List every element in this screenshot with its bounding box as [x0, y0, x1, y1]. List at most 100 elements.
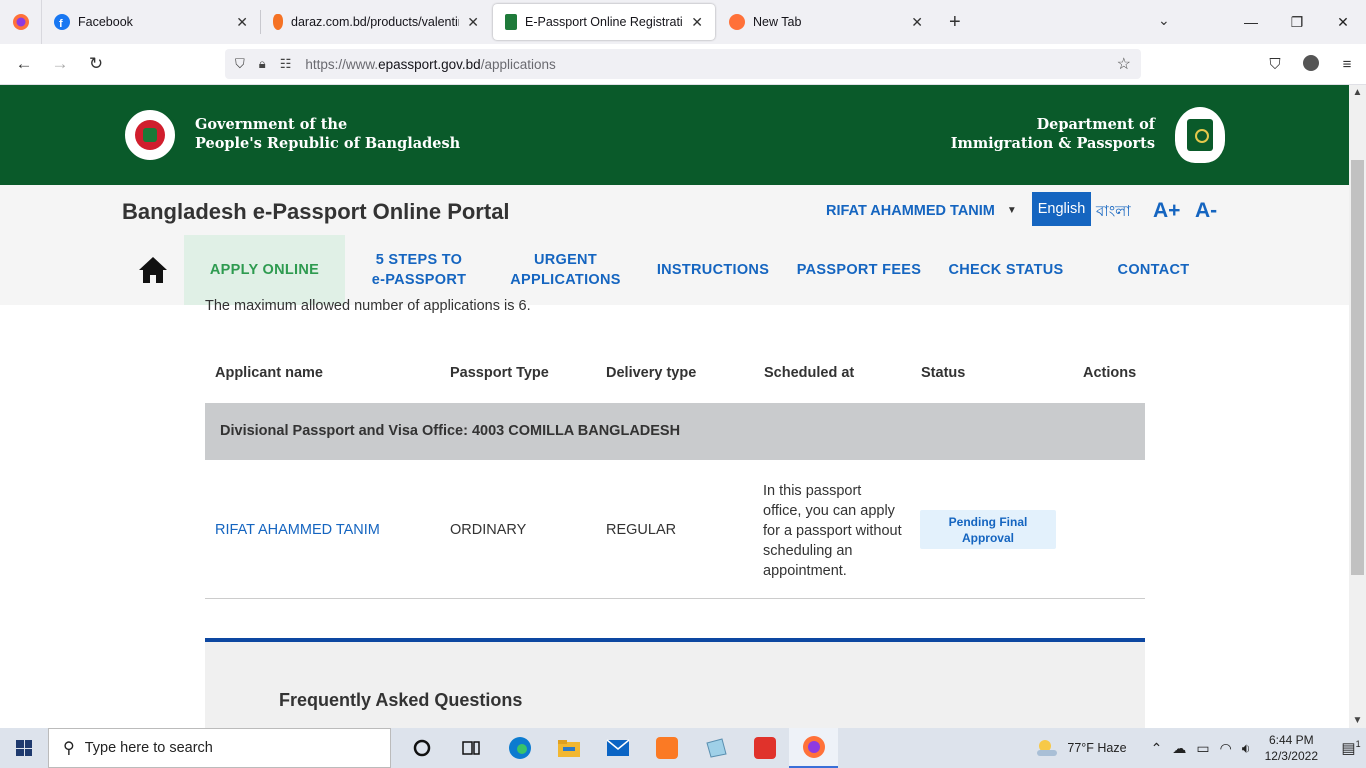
shield-icon[interactable]: ⛉: [235, 56, 245, 72]
page-scrollbar[interactable]: ▲ ▼: [1349, 85, 1366, 728]
decrease-font-button[interactable]: A-: [1195, 199, 1217, 223]
delivery-type-cell: REGULAR: [606, 522, 677, 538]
tray-icons: ⌃ ☁ ▭ ◠ 🔉︎: [1151, 740, 1251, 757]
increase-font-button[interactable]: A+: [1153, 199, 1180, 223]
max-applications-note: The maximum allowed number of applicatio…: [205, 298, 531, 314]
government-header: Government of the People's Republic of B…: [0, 85, 1349, 185]
column-delivery-type: Delivery type: [606, 365, 697, 381]
menu-urgent-applications[interactable]: URGENT APPLICATIONS: [493, 235, 638, 305]
government-title: Government of the People's Republic of B…: [195, 116, 461, 152]
hamburger-menu-icon[interactable]: ≡: [1336, 56, 1358, 73]
faq-section: Frequently Asked Questions: [205, 638, 1145, 728]
start-button[interactable]: [0, 728, 48, 768]
tab-facebook[interactable]: f Facebook ✕: [42, 0, 260, 44]
chevron-down-icon: ▼: [1006, 205, 1017, 216]
page-title: Bangladesh e-Passport Online Portal: [122, 199, 510, 224]
url-text[interactable]: https://www.epassport.gov.bd/application…: [305, 57, 1116, 72]
windows-taskbar: ⚲ Type here to search 77°F Haze ⌃ ☁ ▭ ◠ …: [0, 728, 1366, 768]
task-view-icon[interactable]: [446, 728, 495, 768]
bangla-language-button[interactable]: বাংলা: [1096, 200, 1131, 225]
pocket-icon[interactable]: ⛉: [1264, 56, 1286, 73]
facebook-icon: f: [54, 14, 70, 30]
scrollbar-thumb[interactable]: [1351, 160, 1364, 575]
menu-apply-online[interactable]: APPLY ONLINE: [184, 235, 345, 305]
file-explorer-icon[interactable]: [544, 728, 593, 768]
notepad-icon[interactable]: [691, 728, 740, 768]
bangladesh-emblem-logo: [122, 107, 178, 163]
menu-contact[interactable]: CONTACT: [1082, 235, 1225, 305]
passport-department-logo: [1175, 107, 1225, 163]
menu-5-steps[interactable]: 5 STEPS TO e-PASSPORT: [345, 235, 493, 305]
scroll-down-icon[interactable]: ▼: [1349, 715, 1366, 726]
browser-nav-bar: ← → ↻ ⛉ 🔒︎ ☷ https://www.epassport.gov.b…: [0, 44, 1366, 85]
account-icon[interactable]: [1300, 54, 1322, 75]
tab-epassport[interactable]: E-Passport Online Registration P ✕: [493, 4, 715, 40]
search-icon: ⚲: [63, 740, 75, 757]
user-dropdown[interactable]: RIFAT AHAMMED TANIM ▼: [826, 203, 1017, 219]
reload-icon[interactable]: ↻: [78, 54, 114, 74]
office-group-row: Divisional Passport and Visa Office: 400…: [205, 403, 1145, 460]
windows-logo-icon: [16, 740, 32, 756]
scroll-up-icon[interactable]: ▲: [1349, 87, 1366, 98]
column-actions: Actions: [1083, 365, 1137, 381]
close-window-icon[interactable]: ✕: [1320, 14, 1366, 31]
column-status: Status: [921, 365, 966, 381]
taskbar-apps: [397, 728, 838, 768]
firefox-menu-icon[interactable]: [0, 0, 42, 44]
new-tab-plus-icon[interactable]: +: [949, 11, 961, 34]
passport-type-cell: ORDINARY: [450, 522, 527, 538]
edge-icon[interactable]: [495, 728, 544, 768]
department-title: Department of Immigration & Passports: [950, 116, 1155, 152]
close-icon[interactable]: ✕: [911, 14, 923, 31]
taskbar-search-box[interactable]: ⚲ Type here to search: [48, 728, 391, 768]
mail-icon[interactable]: [593, 728, 642, 768]
applicant-name-link[interactable]: RIFAT AHAMMED TANIM: [215, 522, 380, 538]
toolbar-right: ⛉ ≡: [1264, 44, 1358, 85]
permissions-icon[interactable]: ☷: [280, 56, 292, 72]
status-badge: Pending Final Approval: [920, 510, 1056, 549]
column-scheduled-at: Scheduled at: [764, 365, 855, 381]
restore-icon[interactable]: ❐: [1274, 14, 1320, 31]
minimize-icon[interactable]: —: [1228, 14, 1274, 30]
weather-haze-icon: [1037, 740, 1058, 756]
tab-new-tab[interactable]: New Tab ✕: [717, 0, 935, 44]
xampp-icon[interactable]: [642, 728, 691, 768]
faq-title: Frequently Asked Questions: [279, 690, 523, 710]
notification-center-icon[interactable]: ▤1: [1336, 739, 1366, 757]
close-icon[interactable]: ✕: [236, 14, 248, 31]
onedrive-icon[interactable]: ☁: [1172, 740, 1186, 757]
home-icon: [139, 257, 167, 283]
svg-text:f: f: [59, 18, 63, 28]
chevron-down-icon[interactable]: ⌄: [1158, 12, 1170, 29]
main-menu: APPLY ONLINE 5 STEPS TO e-PASSPORT URGENT…: [122, 235, 1225, 305]
english-language-button[interactable]: English: [1032, 192, 1091, 226]
wps-office-icon[interactable]: [740, 728, 789, 768]
portal-header: Bangladesh e-Passport Online Portal RIFA…: [0, 185, 1349, 305]
firefox-taskbar-icon[interactable]: [789, 728, 838, 768]
address-bar[interactable]: ⛉ 🔒︎ ☷ https://www.epassport.gov.bd/appl…: [225, 49, 1141, 79]
column-applicant-name: Applicant name: [215, 365, 323, 381]
close-icon[interactable]: ✕: [691, 14, 703, 31]
clock[interactable]: 6:44 PM 12/3/2022: [1265, 732, 1318, 764]
menu-check-status[interactable]: CHECK STATUS: [930, 235, 1082, 305]
tab-daraz[interactable]: daraz.com.bd/products/valentin ✕: [261, 0, 491, 44]
battery-icon[interactable]: ▭: [1196, 740, 1209, 757]
close-icon[interactable]: ✕: [467, 14, 479, 31]
menu-instructions[interactable]: INSTRUCTIONS: [638, 235, 788, 305]
chevron-up-icon[interactable]: ⌃: [1151, 740, 1163, 757]
bookmark-star-icon[interactable]: ☆: [1117, 54, 1131, 74]
column-passport-type: Passport Type: [450, 365, 549, 381]
wifi-icon[interactable]: ◠: [1220, 740, 1232, 757]
scheduled-at-cell: In this passport office, you can apply f…: [763, 483, 902, 579]
window-controls: — ❐ ✕: [1228, 0, 1366, 44]
table-row: RIFAT AHAMMED TANIM ORDINARY REGULAR In …: [205, 460, 1145, 599]
home-button[interactable]: [122, 235, 184, 305]
back-icon[interactable]: ←: [6, 54, 42, 74]
forward-icon[interactable]: →: [42, 54, 78, 74]
weather-widget[interactable]: 77°F Haze: [1033, 737, 1127, 759]
system-tray: 77°F Haze ⌃ ☁ ▭ ◠ 🔉︎ 6:44 PM 12/3/2022 ▤…: [1033, 728, 1366, 768]
cortana-icon[interactable]: [397, 728, 446, 768]
lock-icon[interactable]: 🔒︎: [259, 56, 266, 72]
volume-icon[interactable]: 🔉︎: [1242, 740, 1251, 757]
menu-passport-fees[interactable]: PASSPORT FEES: [788, 235, 930, 305]
